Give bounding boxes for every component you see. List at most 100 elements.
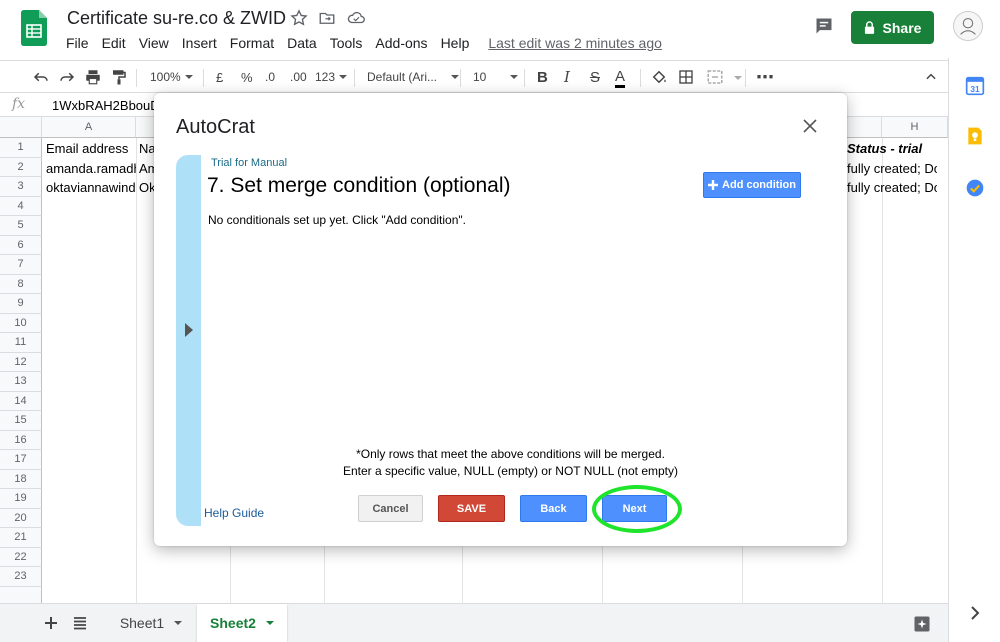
italic-button[interactable]: I	[564, 68, 570, 86]
add-condition-label: Add condition	[722, 179, 796, 191]
menu-help[interactable]: Help	[441, 35, 470, 51]
row-header[interactable]: 4	[0, 196, 42, 216]
percent-format-button[interactable]: %	[241, 68, 253, 86]
formula-input[interactable]: 1WxbRAH2BbouD3	[52, 98, 167, 113]
menu-tools[interactable]: Tools	[330, 35, 363, 51]
undo-icon[interactable]	[32, 68, 50, 86]
fill-color-icon[interactable]	[650, 68, 668, 86]
cell-g1[interactable]: Status - trial	[847, 139, 937, 158]
sheet-tab-sheet2[interactable]: Sheet2	[197, 604, 287, 642]
row-header[interactable]: 20	[0, 508, 42, 528]
menu-view[interactable]: View	[139, 35, 169, 51]
more-toolbar-button[interactable]: ⋯	[756, 67, 774, 87]
row-header[interactable]: 10	[0, 313, 42, 333]
add-sheet-plus-icon[interactable]	[44, 616, 58, 630]
cancel-button[interactable]: Cancel	[358, 495, 423, 522]
column-header-a[interactable]: A	[42, 117, 136, 138]
cell-g2[interactable]: fully created; Do	[847, 159, 937, 178]
merge-dropdown-caret[interactable]	[734, 76, 742, 80]
row-header[interactable]: 3	[0, 177, 42, 197]
move-to-folder-icon[interactable]	[318, 9, 336, 27]
row-header[interactable]: 7	[0, 255, 42, 275]
toolbar-divider	[136, 69, 137, 87]
account-avatar[interactable]	[953, 11, 983, 41]
row-header[interactable]: 16	[0, 430, 42, 450]
toolbar-divider	[640, 69, 641, 87]
explore-icon[interactable]	[913, 615, 931, 633]
merge-cells-icon[interactable]	[706, 68, 724, 86]
help-guide-link[interactable]: Help Guide	[204, 506, 264, 520]
expand-steps-arrow-icon[interactable]	[185, 323, 193, 337]
close-icon[interactable]	[802, 118, 818, 134]
keep-icon[interactable]	[965, 126, 985, 146]
select-all-corner[interactable]	[0, 117, 42, 138]
text-color-button[interactable]: A	[615, 68, 626, 88]
row-header[interactable]: 9	[0, 294, 42, 314]
menu-file[interactable]: File	[66, 35, 89, 51]
redo-icon[interactable]	[58, 68, 76, 86]
save-button[interactable]: SAVE	[438, 495, 505, 522]
cell-a2[interactable]: amanda.ramadha	[46, 159, 136, 178]
row-header[interactable]: 22	[0, 547, 42, 567]
add-condition-button[interactable]: Add condition	[703, 172, 801, 198]
row-header[interactable]: 18	[0, 469, 42, 489]
autocrat-dialog: AutoCrat Trial for Manual 7. Set merge c…	[154, 93, 847, 546]
row-header[interactable]: 11	[0, 333, 42, 353]
font-family-select[interactable]: Default (Ari...	[367, 68, 460, 86]
paint-format-icon[interactable]	[110, 68, 128, 86]
svg-text:31: 31	[970, 84, 980, 94]
row-header[interactable]: 5	[0, 216, 42, 236]
zoom-select[interactable]: 100%	[150, 68, 193, 86]
print-icon[interactable]	[84, 68, 102, 86]
row-header[interactable]: 17	[0, 450, 42, 470]
document-title[interactable]: Certificate su-re.co & ZWID	[67, 8, 286, 29]
row-header[interactable]: 15	[0, 411, 42, 431]
share-button[interactable]: Share	[851, 11, 934, 44]
menu-edit[interactable]: Edit	[102, 35, 126, 51]
row-header[interactable]: 12	[0, 352, 42, 372]
calendar-icon[interactable]: 31	[965, 76, 985, 96]
collapse-chevron-up-icon[interactable]	[924, 68, 938, 86]
borders-icon[interactable]	[678, 68, 694, 86]
comment-icon[interactable]	[814, 16, 834, 36]
cell-a1[interactable]: Email address	[46, 139, 134, 158]
star-icon[interactable]	[290, 9, 308, 27]
row-header[interactable]: 2	[0, 157, 42, 177]
row-header[interactable]: 8	[0, 274, 42, 294]
row-header[interactable]: 6	[0, 235, 42, 255]
back-button[interactable]: Back	[520, 495, 587, 522]
tasks-icon[interactable]	[965, 178, 985, 198]
toolbar-divider	[745, 69, 746, 87]
more-formats-select[interactable]: 123	[315, 68, 348, 86]
sheet-tab-sheet1[interactable]: Sheet1	[110, 604, 192, 642]
menu-data[interactable]: Data	[287, 35, 317, 51]
bold-button[interactable]: B	[537, 68, 548, 86]
row-header[interactable]: 21	[0, 528, 42, 548]
row-header[interactable]: 1	[0, 138, 42, 158]
google-sheets-logo-icon[interactable]	[21, 10, 47, 46]
cell-a3[interactable]: oktaviannawinda	[46, 178, 136, 197]
row-header[interactable]: 19	[0, 489, 42, 509]
strikethrough-button[interactable]: S	[590, 68, 600, 86]
expand-side-panel-chevron-icon[interactable]	[969, 606, 981, 620]
column-gridline	[882, 138, 883, 603]
column-gridline	[136, 138, 137, 603]
cell-g3[interactable]: fully created; Do	[847, 178, 937, 197]
menu-format[interactable]: Format	[230, 35, 274, 51]
last-edit-link[interactable]: Last edit was 2 minutes ago	[488, 35, 662, 51]
menu-addons[interactable]: Add-ons	[375, 35, 427, 51]
row-header[interactable]: 23	[0, 567, 42, 587]
column-header-h[interactable]: H	[882, 117, 948, 138]
all-sheets-list-icon[interactable]	[73, 616, 87, 630]
row-header[interactable]: 14	[0, 391, 42, 411]
formatting-toolbar: 100% £ % .0 .00 123 Default (Ari... 10 B…	[0, 60, 948, 93]
empty-conditions-message: No conditionals set up yet. Click "Add c…	[208, 213, 466, 227]
menu-insert[interactable]: Insert	[182, 35, 217, 51]
currency-format-button[interactable]: £	[216, 68, 223, 86]
cloud-saved-icon[interactable]	[346, 9, 366, 27]
fx-icon: fx	[12, 96, 26, 112]
decrease-decimal-button[interactable]: .0	[265, 68, 275, 86]
row-header[interactable]: 13	[0, 372, 42, 392]
increase-decimal-button[interactable]: .00	[290, 68, 307, 86]
font-size-select[interactable]: 10	[473, 68, 519, 86]
